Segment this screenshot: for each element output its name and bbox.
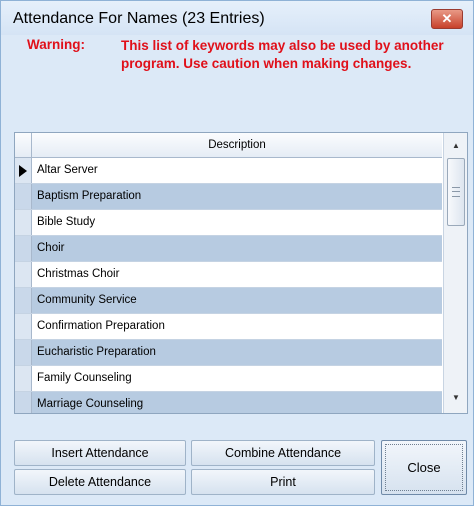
table-row[interactable]: Confirmation Preparation <box>15 314 442 340</box>
row-indicator[interactable] <box>15 158 32 183</box>
row-indicator[interactable] <box>15 288 32 313</box>
description-cell[interactable]: Choir <box>37 236 64 261</box>
table-row[interactable]: Altar Server <box>15 158 442 184</box>
current-row-pointer-icon <box>19 165 27 177</box>
row-indicator[interactable] <box>15 392 32 413</box>
table-row[interactable]: Baptism Preparation <box>15 184 442 210</box>
row-indicator[interactable] <box>15 210 32 235</box>
row-indicator[interactable] <box>15 236 32 261</box>
table-row[interactable]: Christmas Choir <box>15 262 442 288</box>
description-cell[interactable]: Confirmation Preparation <box>37 314 165 339</box>
dialog-window: Attendance For Names (23 Entries) ✕ Warn… <box>0 0 474 506</box>
warning-label: Warning: <box>27 37 85 52</box>
description-cell[interactable]: Family Counseling <box>37 366 132 391</box>
table-row[interactable]: Eucharistic Preparation <box>15 340 442 366</box>
close-window-icon[interactable]: ✕ <box>431 9 463 29</box>
description-cell[interactable]: Marriage Counseling <box>37 392 143 413</box>
description-cell[interactable]: Baptism Preparation <box>37 184 141 209</box>
row-indicator[interactable] <box>15 366 32 391</box>
insert-attendance-button[interactable]: Insert Attendance <box>14 440 186 466</box>
grid-rows: Altar Server Baptism Preparation Bible Stu… <box>15 158 442 413</box>
description-cell[interactable]: Community Service <box>37 288 137 313</box>
title-bar[interactable]: Attendance For Names (23 Entries) ✕ <box>1 1 473 35</box>
description-cell[interactable]: Bible Study <box>37 210 95 235</box>
table-row[interactable]: Family Counseling <box>15 366 442 392</box>
scrollbar-thumb[interactable] <box>447 158 465 226</box>
grid-header: Description <box>15 133 442 158</box>
thumb-grip-icon <box>452 187 460 197</box>
table-row[interactable]: Bible Study <box>15 210 442 236</box>
description-cell[interactable]: Altar Server <box>37 158 98 183</box>
table-row[interactable]: Choir <box>15 236 442 262</box>
table-row[interactable]: Marriage Counseling <box>15 392 442 413</box>
row-indicator[interactable] <box>15 314 32 339</box>
row-indicator[interactable] <box>15 184 32 209</box>
delete-attendance-button[interactable]: Delete Attendance <box>14 469 186 495</box>
description-cell[interactable]: Eucharistic Preparation <box>37 340 156 365</box>
description-cell[interactable]: Christmas Choir <box>37 262 119 287</box>
close-button[interactable]: Close <box>381 440 467 495</box>
window-title: Attendance For Names (23 Entries) <box>13 10 265 27</box>
table-row[interactable]: Community Service <box>15 288 442 314</box>
warning-text: This list of keywords may also be used b… <box>121 38 444 71</box>
scroll-up-icon[interactable]: ▲ <box>444 137 467 155</box>
vertical-scrollbar[interactable]: ▲ ▼ <box>443 133 467 413</box>
attendance-grid[interactable]: Description Altar Server Baptism Preparat… <box>14 132 468 414</box>
row-indicator-header <box>15 133 32 157</box>
scroll-down-icon[interactable]: ▼ <box>444 389 467 407</box>
row-indicator[interactable] <box>15 262 32 287</box>
row-indicator[interactable] <box>15 340 32 365</box>
column-header-description[interactable]: Description <box>32 133 442 157</box>
print-button[interactable]: Print <box>191 469 375 495</box>
combine-attendance-button[interactable]: Combine Attendance <box>191 440 375 466</box>
